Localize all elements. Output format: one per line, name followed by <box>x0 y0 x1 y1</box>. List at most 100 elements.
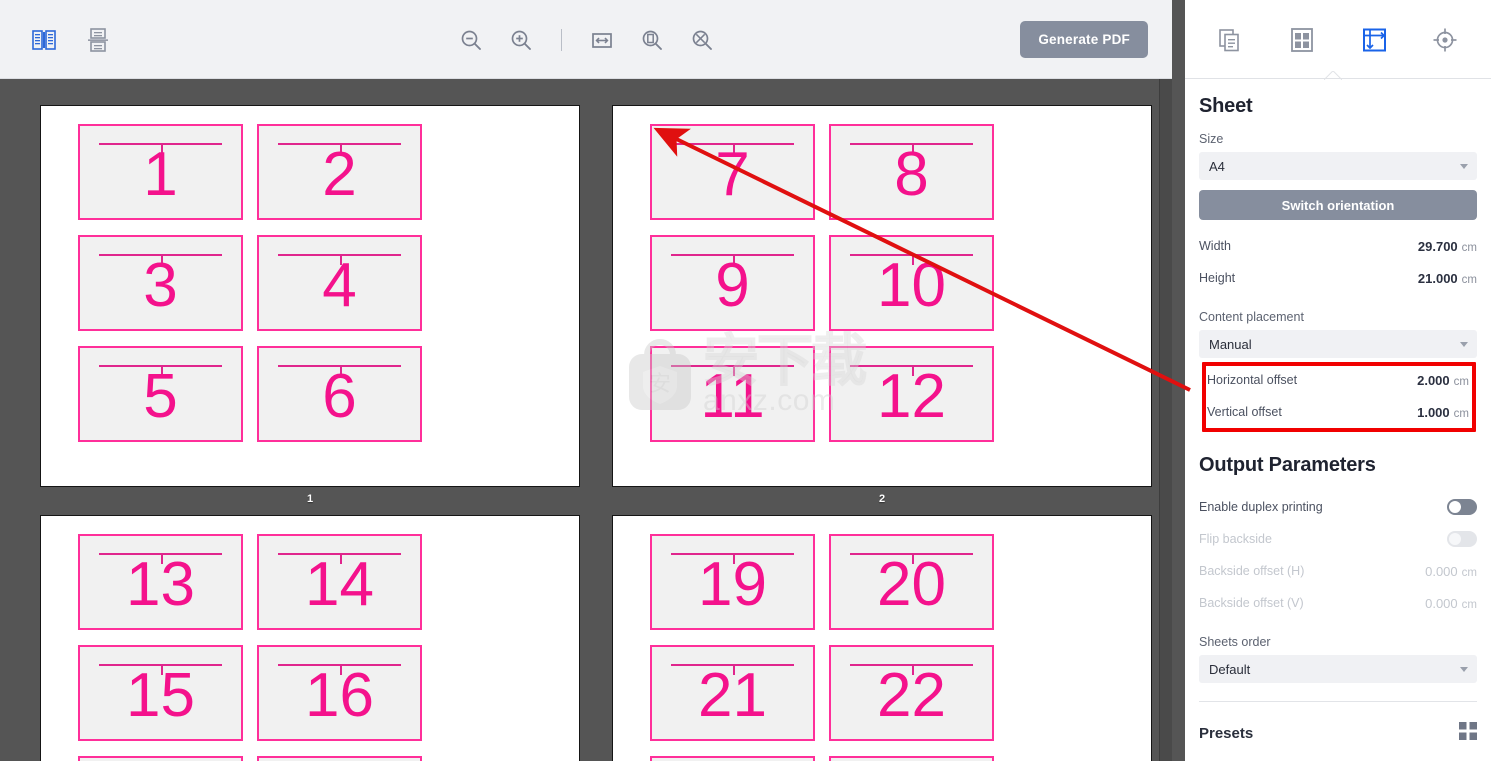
backside-offset-h-label: Backside offset (H) <box>1199 564 1305 578</box>
top-toolbar: Generate PDF <box>0 0 1172 79</box>
fit-width-icon[interactable] <box>586 24 618 56</box>
flip-backside-label: Flip backside <box>1199 532 1272 546</box>
page-slot[interactable]: 10 <box>829 235 994 331</box>
page-slot[interactable]: 6 <box>257 346 422 442</box>
size-value: A4 <box>1209 158 1225 174</box>
sheets-order-label: Sheets order <box>1199 635 1271 649</box>
slot-number: 3 <box>143 251 178 320</box>
sheet-page[interactable]: 1 2 3 4 5 6 <box>40 105 580 487</box>
page-slot[interactable]: 14 <box>257 534 422 630</box>
backside-offset-v-value: 0.000 <box>1425 595 1458 611</box>
backside-offset-h-row: Backside offset (H) 0.000 cm <box>1199 555 1477 587</box>
page-slot[interactable]: 1 <box>78 124 243 220</box>
page-slot[interactable]: 2 <box>257 124 422 220</box>
horizontal-offset-row[interactable]: Horizontal offset 2.000 cm <box>1199 364 1477 396</box>
page-slot[interactable]: 8 <box>829 124 994 220</box>
slot-number: 10 <box>877 251 946 320</box>
sheet-item[interactable]: 7 8 9 10 11 12 安安下载 anxz.com 2 <box>612 105 1152 505</box>
page-slot[interactable]: 5 <box>78 346 243 442</box>
width-unit: cm <box>1461 241 1477 254</box>
page-slot[interactable]: 17 <box>78 756 243 761</box>
horizontal-offset-value: 2.000 <box>1417 372 1450 388</box>
sheet-item[interactable]: 1 2 3 4 5 6 1 <box>40 105 580 505</box>
generate-pdf-button[interactable]: Generate PDF <box>1020 21 1148 58</box>
panel-tab-bar <box>1185 0 1491 79</box>
toolbar-divider <box>560 28 562 51</box>
sheet-tab-icon[interactable] <box>1354 20 1394 60</box>
page-slot[interactable]: 18 <box>257 756 422 761</box>
page-slot[interactable]: 7 <box>650 124 815 220</box>
width-label: Width <box>1199 239 1231 253</box>
chevron-down-icon <box>1460 667 1468 672</box>
slot-number: 20 <box>877 550 946 619</box>
layout-grid-tab-icon[interactable] <box>1282 20 1322 60</box>
sheet-number-label: 2 <box>878 493 886 505</box>
zoom-in-icon[interactable] <box>505 24 537 56</box>
toggle-knob <box>1449 501 1461 513</box>
vertical-offset-row[interactable]: Vertical offset 1.000 cm <box>1199 396 1477 428</box>
slot-number: 4 <box>322 251 357 320</box>
slot-number: 12 <box>877 362 946 431</box>
horizontal-offset-unit: cm <box>1453 375 1469 388</box>
settings-panel: Sheet Size A4 Switch orientation Width 2… <box>1185 0 1491 761</box>
slot-number: 11 <box>700 362 765 431</box>
toolbar-actions: Generate PDF <box>1020 0 1148 79</box>
size-label: Size <box>1199 132 1224 146</box>
page-slot[interactable]: 21 <box>650 645 815 741</box>
sheet-page[interactable]: 7 8 9 10 11 12 安安下载 anxz.com <box>612 105 1152 487</box>
vertical-offset-unit: cm <box>1453 407 1469 420</box>
slot-number: 21 <box>698 661 767 730</box>
size-select[interactable]: A4 <box>1199 152 1477 180</box>
backside-offset-h-value: 0.000 <box>1425 563 1458 579</box>
page-slot[interactable]: 4 <box>257 235 422 331</box>
toggle-knob <box>1449 533 1461 545</box>
page-slot[interactable]: 23 <box>650 756 815 761</box>
page-slot[interactable]: 9 <box>650 235 815 331</box>
marks-target-tab-icon[interactable] <box>1425 20 1465 60</box>
switch-orientation-button[interactable]: Switch orientation <box>1199 190 1477 220</box>
slot-number: 9 <box>715 251 750 320</box>
page-slot[interactable]: 22 <box>829 645 994 741</box>
height-value: 21.000 <box>1417 270 1458 286</box>
documents-tab-icon[interactable] <box>1211 20 1251 60</box>
page-slot[interactable]: 12 <box>829 346 994 442</box>
width-row: Width 29.700 cm <box>1199 230 1477 262</box>
duplex-row: Enable duplex printing <box>1199 491 1477 523</box>
chevron-down-icon <box>1460 164 1468 169</box>
content-placement-value: Manual <box>1209 336 1252 352</box>
sheet-page[interactable]: 13 14 15 16 17 18 <box>40 515 580 761</box>
page-slot[interactable]: 19 <box>650 534 815 630</box>
offsets-group: Horizontal offset 2.000 cm Vertical offse… <box>1199 362 1477 432</box>
page-slot[interactable]: 3 <box>78 235 243 331</box>
reset-zoom-icon[interactable] <box>686 24 718 56</box>
toolbar-zoom-controls <box>0 0 1172 79</box>
sheet-number-label: 1 <box>306 493 314 505</box>
content-placement-select[interactable]: Manual <box>1199 330 1477 358</box>
page-slot[interactable]: 20 <box>829 534 994 630</box>
page-slot[interactable]: 15 <box>78 645 243 741</box>
sheets-order-select[interactable]: Default <box>1199 655 1477 683</box>
sheet-preview-canvas[interactable]: 1234561789101112安安下载anxz.com213141516171… <box>0 79 1172 761</box>
backside-offset-h-unit: cm <box>1461 566 1477 579</box>
page-slot[interactable]: 11 <box>650 346 815 442</box>
duplex-toggle[interactable] <box>1447 499 1477 515</box>
flip-backside-toggle <box>1447 531 1477 547</box>
sheets-order-value: Default <box>1209 661 1251 677</box>
canvas-vertical-scrollbar[interactable] <box>1159 79 1172 761</box>
page-slot[interactable]: 16 <box>257 645 422 741</box>
sheet-item[interactable]: 1314151617183 <box>40 515 580 761</box>
backside-offset-v-unit: cm <box>1461 598 1477 611</box>
fit-page-icon[interactable] <box>636 24 668 56</box>
presets-row[interactable]: Presets <box>1199 702 1477 745</box>
sheet-item[interactable]: 1920212223244 <box>612 515 1152 761</box>
chevron-down-icon <box>1460 342 1468 347</box>
page-slot[interactable]: 13 <box>78 534 243 630</box>
sheet-page[interactable]: 19 20 21 22 23 24 <box>612 515 1152 761</box>
slot-number: 6 <box>322 362 357 431</box>
zoom-out-icon[interactable] <box>455 24 487 56</box>
active-tab-caret <box>1324 71 1342 80</box>
page-slot[interactable]: 24 <box>829 756 994 761</box>
duplex-label: Enable duplex printing <box>1199 500 1323 514</box>
vertical-offset-label: Vertical offset <box>1207 405 1282 419</box>
grid-squares-icon[interactable] <box>1459 722 1477 745</box>
